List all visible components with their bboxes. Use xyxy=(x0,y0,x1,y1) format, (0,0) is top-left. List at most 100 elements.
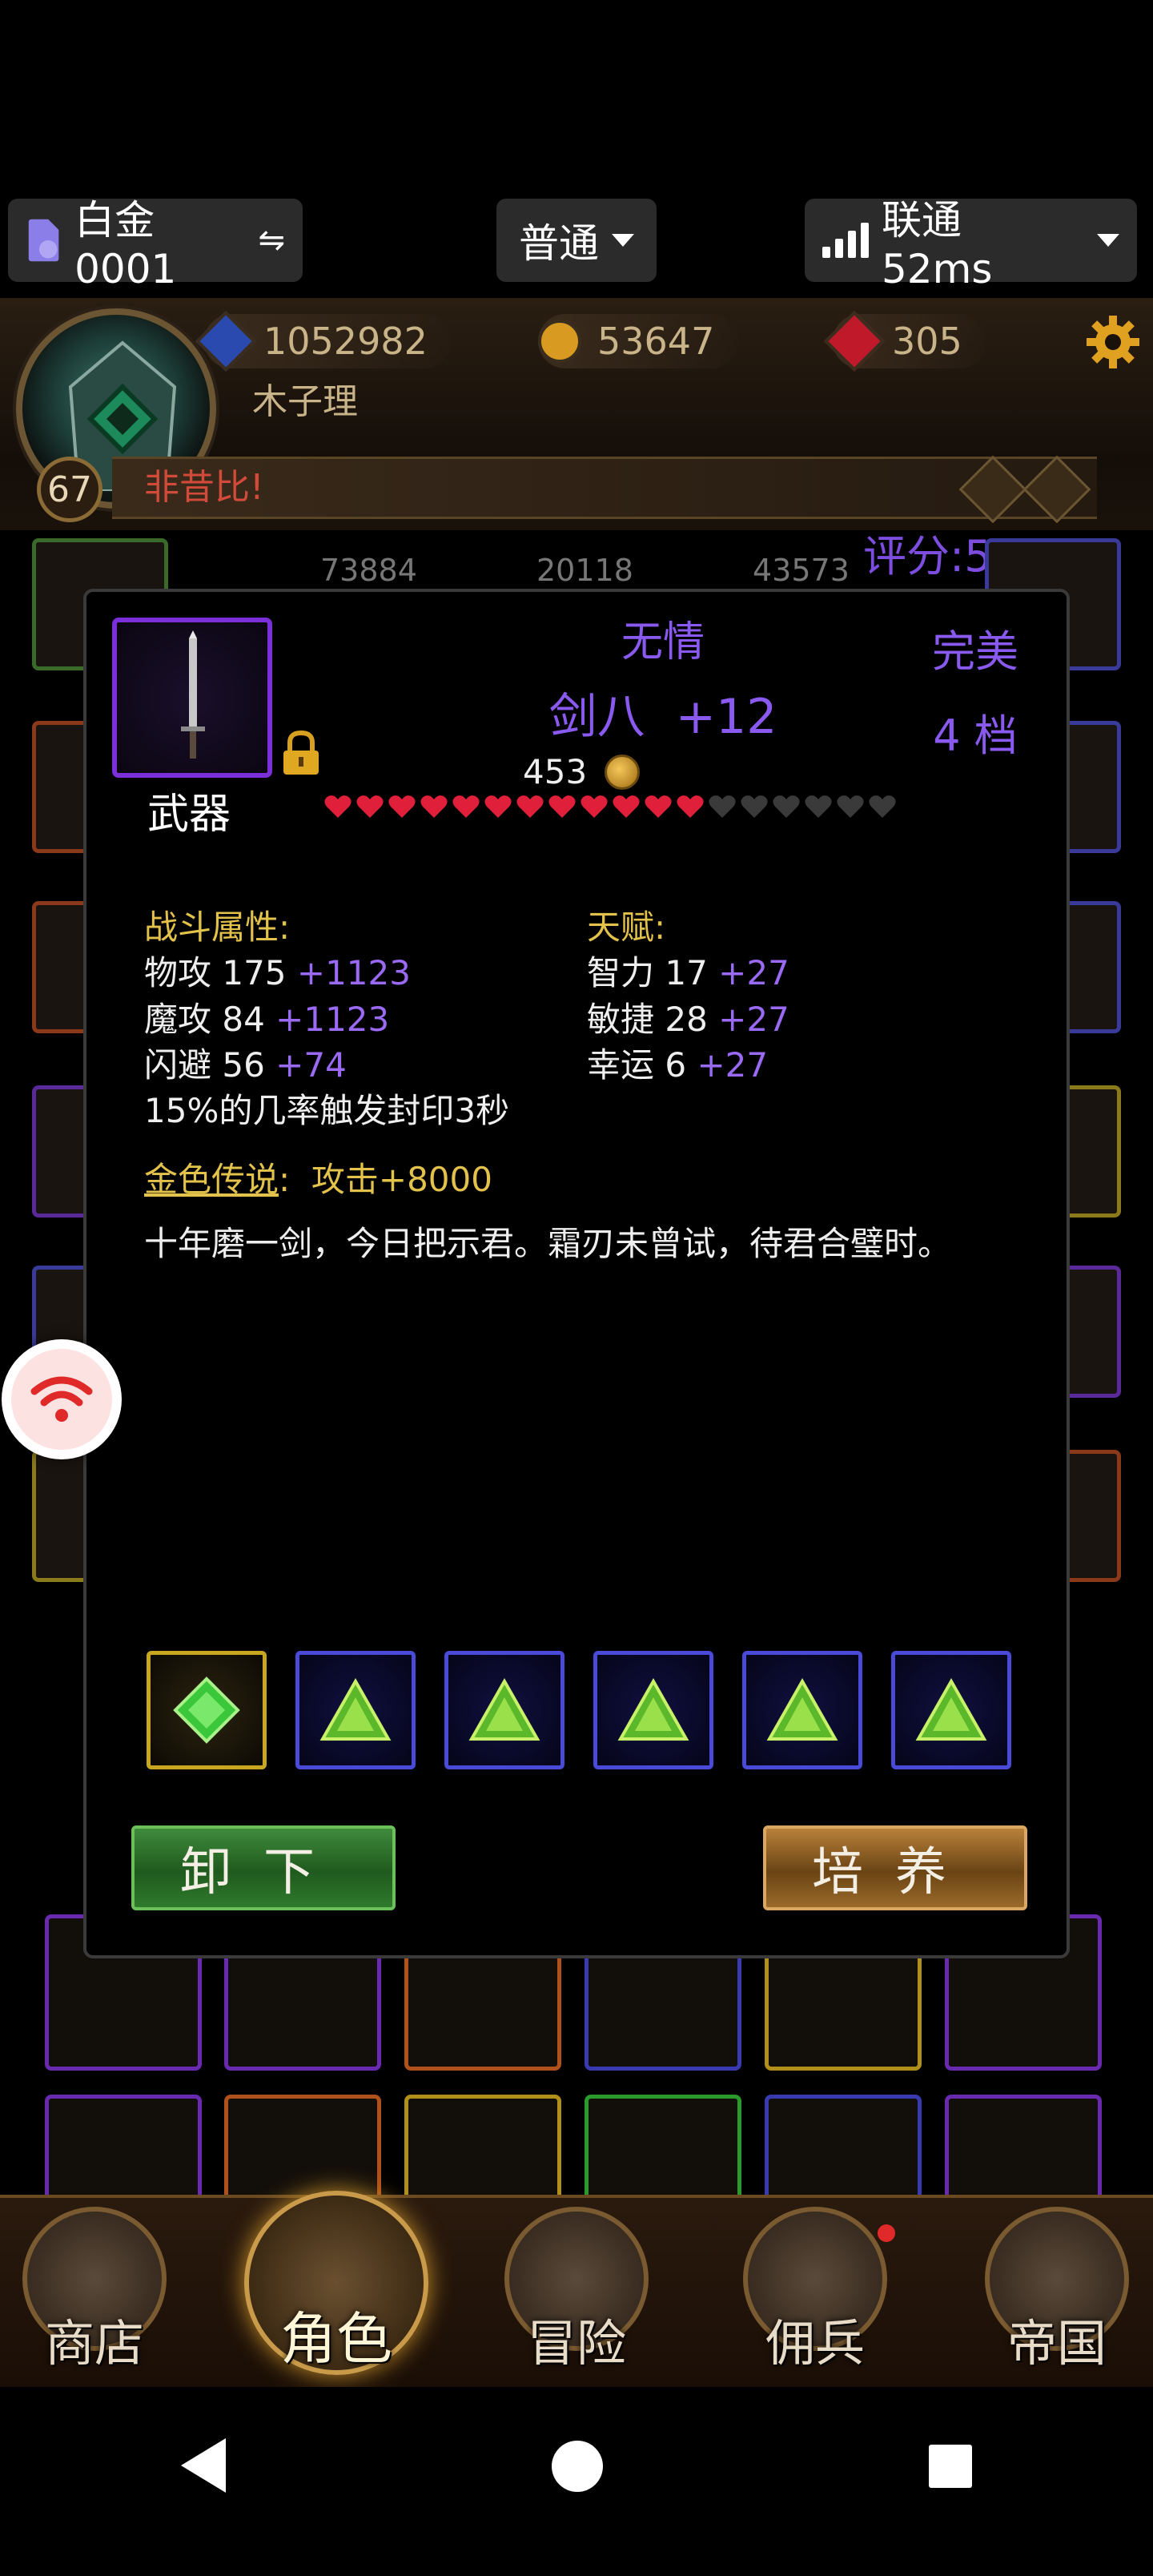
heart-filled-icon xyxy=(677,795,704,818)
heart-empty-icon xyxy=(837,795,864,818)
gear-icon[interactable] xyxy=(1085,314,1141,370)
heart-empty-icon xyxy=(741,795,768,818)
gem-socket[interactable] xyxy=(147,1651,267,1769)
diamond-gem-icon xyxy=(173,1676,240,1744)
bg-stat: 73884 xyxy=(320,553,417,588)
heart-filled-icon xyxy=(452,795,480,818)
ruby-counter: 305 xyxy=(823,310,986,372)
talent-title: 天赋: xyxy=(587,908,666,947)
system-nav-bar xyxy=(0,2387,1153,2576)
gold-coin-icon xyxy=(538,320,581,363)
megaphone-icon[interactable] xyxy=(1022,455,1091,524)
chevron-down-icon xyxy=(1097,234,1119,247)
signal-icon xyxy=(822,223,869,258)
item-detail-modal: 无情 剑八 +12 453 完美 4 档 武器 战斗属性: 天赋: 物攻 175… xyxy=(83,589,1070,1958)
heart-filled-icon xyxy=(516,795,544,818)
app-icon xyxy=(28,219,59,262)
chevron-down-icon xyxy=(612,234,634,247)
gem-socket[interactable] xyxy=(593,1651,713,1769)
gem-socket[interactable] xyxy=(742,1651,862,1769)
legendary-label[interactable]: 金色传说 xyxy=(144,1160,279,1199)
item-prefix: 无情 xyxy=(621,618,705,666)
nav-character[interactable]: 角色 xyxy=(244,2191,428,2375)
gem-sockets xyxy=(147,1651,1011,1769)
heart-empty-icon xyxy=(869,795,896,818)
item-price: 453 xyxy=(523,752,641,791)
ticker-text: 非昔比! xyxy=(144,467,264,508)
heart-filled-icon xyxy=(484,795,512,818)
gold-counter: 53647 xyxy=(538,314,739,368)
item-price-value: 453 xyxy=(523,752,588,791)
rank-icon[interactable] xyxy=(958,455,1027,524)
wifi-icon xyxy=(30,1376,93,1422)
talent-stat: 智力 17 +27 xyxy=(587,953,789,992)
combat-stat: 魔攻 84 +1123 xyxy=(144,1000,390,1039)
train-button[interactable]: 培养 xyxy=(763,1825,1027,1910)
gold-coin-icon xyxy=(605,754,641,790)
player-name: 木子理 xyxy=(252,381,358,422)
heart-empty-icon xyxy=(709,795,736,818)
crystal-counter: 1052982 xyxy=(195,310,452,372)
nav-empire[interactable]: 帝国 xyxy=(977,2207,1137,2375)
legendary-value: 攻击+8000 xyxy=(311,1160,492,1199)
news-ticker[interactable]: 非昔比! xyxy=(112,455,1097,524)
combat-stats-title: 战斗属性: xyxy=(144,908,291,947)
swap-icon: ⇋ xyxy=(258,222,285,259)
mode-dropdown[interactable]: 普通 xyxy=(496,199,657,282)
item-enhance-level: +12 xyxy=(675,689,777,745)
item-type: 武器 xyxy=(147,791,231,839)
talent-stat: 幸运 6 +27 xyxy=(587,1045,769,1085)
nav-shop[interactable]: 商店 xyxy=(14,2207,175,2375)
combat-stat: 物攻 175 +1123 xyxy=(144,953,411,992)
recents-icon[interactable] xyxy=(927,2443,974,2489)
triangle-gem-icon xyxy=(766,1677,838,1741)
account-switcher[interactable]: 白金0001 ⇋ xyxy=(8,197,303,292)
mode-label: 普通 xyxy=(519,220,599,267)
triangle-gem-icon xyxy=(319,1677,392,1741)
notification-dot xyxy=(878,2224,895,2242)
level-badge: 67 xyxy=(37,457,102,522)
unequip-button[interactable]: 卸下 xyxy=(131,1825,396,1910)
gem-socket[interactable] xyxy=(295,1651,416,1769)
item-quality: 完美 xyxy=(932,626,1018,677)
crystal-value: 1052982 xyxy=(263,320,428,363)
lock-icon[interactable] xyxy=(279,730,323,776)
flavor-text: 十年磨一剑，今日把示君。霜刃未曾试，待君合璧时。 xyxy=(144,1224,952,1263)
heart-filled-icon xyxy=(548,795,576,818)
durability-hearts xyxy=(323,794,897,819)
nav-mercenary[interactable]: 佣兵 xyxy=(735,2207,895,2375)
triangle-gem-icon xyxy=(915,1677,987,1741)
bg-stat: 43573 xyxy=(753,553,850,588)
combat-stat: 闪避 56 +74 xyxy=(144,1045,347,1085)
item-icon-frame xyxy=(112,618,272,778)
special-effect: 15%的几率触发封印3秒 xyxy=(144,1091,510,1130)
triangle-gem-icon xyxy=(468,1677,540,1741)
sword-icon xyxy=(181,630,205,759)
heart-filled-icon xyxy=(581,795,608,818)
gold-value: 53647 xyxy=(597,320,715,363)
heart-empty-icon xyxy=(805,795,832,818)
home-icon[interactable] xyxy=(549,2438,605,2494)
network-dropdown[interactable]: 联通 52ms xyxy=(805,197,1137,292)
heart-filled-icon xyxy=(420,795,448,818)
gem-socket[interactable] xyxy=(891,1651,1011,1769)
nav-adventure[interactable]: 冒险 xyxy=(496,2207,657,2375)
item-name-text: 剑八 xyxy=(548,689,645,745)
ruby-value: 305 xyxy=(892,320,962,363)
talent-stat: 敏捷 28 +27 xyxy=(587,1000,789,1039)
triangle-gem-icon xyxy=(617,1677,689,1741)
account-name: 白金0001 xyxy=(74,197,177,292)
back-icon[interactable] xyxy=(176,2435,232,2496)
heart-filled-icon xyxy=(645,795,672,818)
item-tier: 4 档 xyxy=(933,710,1018,761)
heart-filled-icon xyxy=(356,795,384,818)
heart-filled-icon xyxy=(324,795,352,818)
item-name: 剑八 +12 xyxy=(455,678,871,747)
gem-socket[interactable] xyxy=(444,1651,564,1769)
bg-stat: 20118 xyxy=(536,553,633,588)
heart-filled-icon xyxy=(388,795,416,818)
legendary-bonus: 金色传说: 攻击+8000 xyxy=(144,1160,492,1199)
floating-wifi-button[interactable] xyxy=(2,1339,122,1459)
heart-empty-icon xyxy=(773,795,800,818)
network-label: 联通 52ms xyxy=(882,197,993,292)
